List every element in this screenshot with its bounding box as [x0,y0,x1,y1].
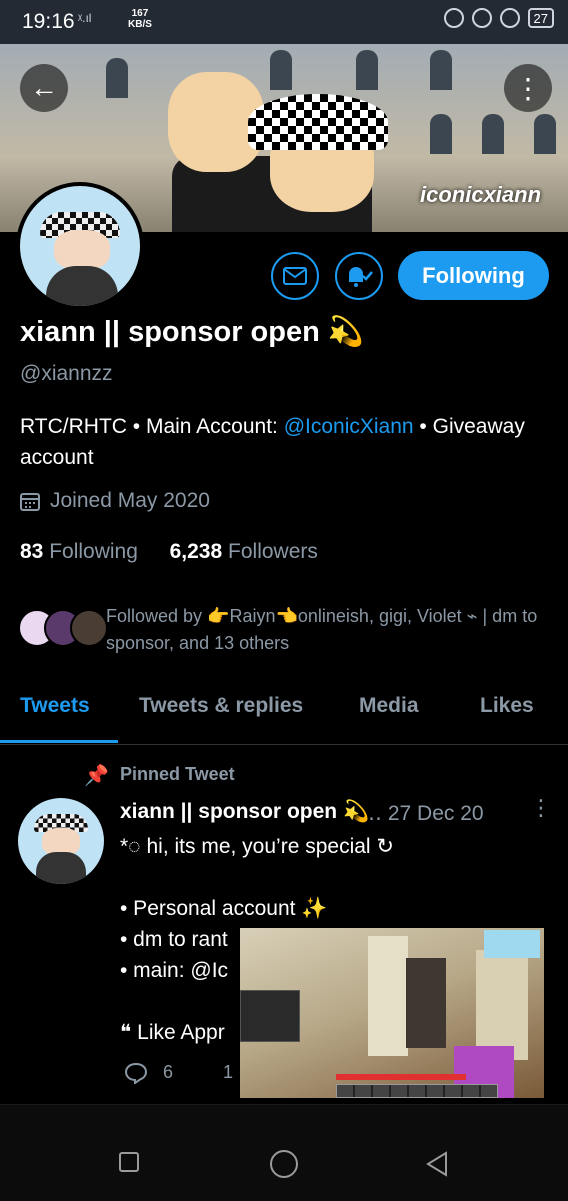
status-bar: 19:16 ᵡ.ıl 167 KB/S 27 [0,0,568,44]
following-label: Following [49,540,138,563]
tweet-author-name[interactable]: xiann || sponsor open 💫 [120,800,369,824]
follower-avatar[interactable] [70,609,108,647]
avatar-shirt [36,852,86,884]
following-button[interactable]: Following [398,251,549,300]
system-nav-bar [0,1104,568,1201]
recents-button[interactable] [118,1151,140,1178]
following-count-link[interactable]: 83 Following [20,540,138,563]
retweet-button[interactable]: 1 [223,1062,233,1084]
network-speed: 167 KB/S [128,8,152,30]
lock-icon [471,8,492,28]
notifications-button[interactable] [335,252,383,300]
bio-mention-link[interactable]: @IconicXiann [284,415,414,438]
back-nav-button[interactable] [424,1151,450,1182]
scene-door [476,950,528,1060]
following-count: 83 [20,540,44,563]
joined-text: Joined May 2020 [50,489,210,512]
bio-text: RTC/RHTC • Main Account: [20,415,284,438]
follow-counts: 83 Following 6,238 Followers [20,540,318,564]
headphones-icon [499,8,520,28]
sticker-inset [484,930,540,958]
hotbar [336,1084,498,1098]
back-button[interactable]: ← [20,64,68,112]
tweet-more-button[interactable]: ⋮ [530,795,552,821]
tab-tweets[interactable]: Tweets [20,694,90,718]
pin-icon: 📌 [84,765,109,787]
active-tab-indicator [0,740,118,743]
message-button[interactable] [271,252,319,300]
tab-likes[interactable]: Likes [480,694,534,718]
circle-icon [270,1150,298,1178]
checkered-hat [248,94,388,150]
followed-by-text[interactable]: Followed by 👉Raiyn👈onlineish, gigi, Viol… [106,603,546,657]
webcam-inset [240,990,300,1042]
envelope-icon [283,267,307,285]
tweet-timestamp: ‥ 27 Dec 20 [368,802,484,825]
vibrate-icon [443,8,464,28]
reply-icon [124,1063,148,1086]
banner-watermark: iconicxiann [420,182,542,207]
followers-count-link[interactable]: 6,238 Followers [170,540,318,563]
more-options-button[interactable]: ⋮ [504,64,552,112]
retweet-count: 1 [223,1062,234,1082]
scene-player [406,958,446,1048]
tab-tweets-replies[interactable]: Tweets & replies [139,694,303,718]
followers-count: 6,238 [169,540,223,563]
calendar-icon [20,493,40,511]
avatar-face [54,230,110,270]
kebab-icon: ⋮ [530,795,552,820]
health-bar [336,1074,466,1080]
signal-icon: ᵡ.ıl [78,11,92,25]
followers-label: Followers [228,540,318,563]
home-button[interactable] [269,1149,299,1184]
square-icon [119,1152,139,1172]
tab-media[interactable]: Media [359,694,419,718]
tweet-actions: 6 1 [124,1062,233,1086]
profile-name: xiann || sponsor open 💫 [20,316,364,348]
joined-date: Joined May 2020 [20,489,210,513]
tweet-avatar[interactable] [18,798,104,884]
reply-count: 6 [163,1062,174,1082]
reply-button[interactable]: 6 [124,1062,174,1086]
battery-indicator: 27 [527,8,554,28]
profile-handle: @xiannzz [20,362,113,385]
scene-wall [368,936,408,1056]
arrow-left-icon: ← [30,72,58,103]
floating-video-overlay[interactable] [240,928,544,1098]
triangle-back-icon [426,1151,447,1177]
kebab-icon: ⋮ [514,72,542,104]
profile-bio: RTC/RHTC • Main Account: @IconicXiann • … [20,411,540,473]
bell-check-icon [349,267,373,287]
pinned-label: Pinned Tweet [120,764,235,784]
profile-tabs: Tweets Tweets & replies Media Likes [0,686,568,745]
status-time: 19:16 [22,10,75,33]
avatar-shirt [46,266,118,306]
profile-avatar[interactable] [16,182,144,310]
